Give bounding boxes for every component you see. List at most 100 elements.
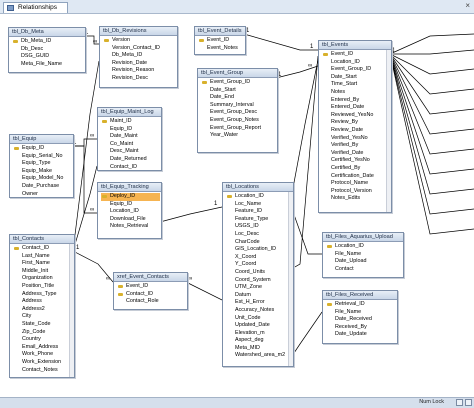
table-field[interactable]: State_Code [13, 321, 73, 329]
table-field[interactable]: Email_Address [13, 344, 73, 352]
table-field[interactable]: City [13, 313, 73, 321]
table-field[interactable]: Location_ID [226, 193, 292, 201]
table-field[interactable]: Meta_File_Name [12, 61, 84, 69]
table-field-selected[interactable]: Deploy_ID [101, 193, 160, 201]
tab-relationships[interactable]: Relationships [3, 2, 69, 13]
table-title[interactable]: tbl_Equip_Maint_Log [98, 108, 161, 117]
table-field[interactable]: UTM_Zone [226, 284, 292, 292]
table-field[interactable]: Elevation_m [226, 330, 292, 338]
table-field[interactable]: Owner [13, 191, 72, 199]
table-field[interactable]: Notes_Edits [322, 195, 390, 203]
table-tbl-contacts[interactable]: tbl_Contacts Contact_ID Last_Name First_… [9, 234, 75, 378]
table-scrollbar[interactable] [386, 50, 391, 212]
table-field[interactable]: Verified_YesNo [322, 135, 390, 143]
table-field[interactable]: Work_Phone [13, 351, 73, 359]
table-field[interactable]: Summary_Interval [201, 102, 276, 110]
table-field[interactable]: Aspect_deg [226, 337, 292, 345]
table-field[interactable]: Last_Name [13, 253, 73, 261]
table-field[interactable]: Updated_Date [226, 322, 292, 330]
table-tbl-files-aquarius-upload[interactable]: tbl_Files_Aquarius_Upload Location_ID Fi… [322, 232, 404, 278]
table-field[interactable]: Certified_YesNo [322, 157, 390, 165]
table-title[interactable]: tbl_Contacts [10, 235, 74, 244]
table-field[interactable]: Datum [226, 292, 292, 300]
close-icon[interactable]: × [465, 1, 470, 11]
relationship-line[interactable] [159, 206, 223, 223]
table-tbl-equip-tracking[interactable]: tbl_Equip_Tracking Deploy_ID Equip_ID Lo… [97, 182, 162, 239]
table-field[interactable]: Watershed_area_m2 [226, 352, 292, 360]
table-field[interactable]: Y_Coord [226, 261, 292, 269]
table-field[interactable]: Equip_ID [13, 145, 72, 153]
table-field[interactable]: Event_Group_ID [201, 79, 276, 87]
table-field[interactable]: Download_File [101, 216, 160, 224]
table-field[interactable]: Db_Desc [12, 46, 84, 54]
table-field[interactable]: Received_By [326, 324, 396, 332]
table-field[interactable]: Retrieval_ID [326, 301, 396, 309]
table-field[interactable]: Equip_ID [101, 126, 160, 134]
table-field[interactable]: Location_ID [326, 243, 402, 251]
table-field[interactable]: Certification_Date [322, 173, 390, 181]
table-field[interactable]: Equip_Type [13, 160, 72, 168]
table-scrollbar[interactable] [69, 244, 74, 377]
table-title[interactable]: tbl_Files_Received [323, 291, 397, 300]
table-field[interactable]: Event_Group_Desc [201, 109, 276, 117]
table-field[interactable]: Entered_Date [322, 104, 390, 112]
relationship-line[interactable] [389, 53, 474, 195]
table-field[interactable]: Revision_Reason [103, 67, 176, 75]
table-field[interactable]: Equip_Make [13, 168, 72, 176]
table-field[interactable]: Equip_ID [101, 201, 160, 209]
table-field[interactable]: Zip_Code [13, 329, 73, 337]
relationships-canvas[interactable]: 1 ∞ 1 1 1 ∞ 1 1 ∞ ∞ 1 ∞ 1 ∞ tbl_Db_Meta … [0, 14, 474, 397]
table-tbl-files-received[interactable]: tbl_Files_Received Retrieval_ID File_Nam… [322, 290, 398, 344]
view-button-icon[interactable] [465, 399, 472, 406]
table-field[interactable]: USGS_ID [226, 223, 292, 231]
table-tbl-equip-maint-log[interactable]: tbl_Equip_Maint_Log Maint_ID Equip_ID Da… [97, 107, 162, 171]
table-field[interactable]: Protocol_Version [322, 188, 390, 196]
table-field[interactable]: Date_Update [326, 331, 396, 339]
table-field[interactable]: Middle_Init [13, 268, 73, 276]
table-title[interactable]: tbl_Db_Revisions [100, 27, 177, 36]
table-field[interactable]: Protocol_Name [322, 180, 390, 188]
table-field[interactable]: Date_Upload [326, 258, 402, 266]
table-field[interactable]: Position_Title [13, 283, 73, 291]
table-field[interactable]: Contact_ID [101, 164, 160, 172]
table-tbl-event-group[interactable]: tbl_Event_Group Event_Group_ID Date_Star… [197, 68, 278, 153]
table-field[interactable]: Date_Returned [101, 156, 160, 164]
table-field[interactable]: Coord_System [226, 277, 292, 285]
table-field[interactable]: Event_ID [198, 37, 244, 45]
table-title[interactable]: tbl_Files_Aquarius_Upload [323, 233, 403, 242]
table-field[interactable]: Feature_ID [226, 208, 292, 216]
table-title[interactable]: tbl_Events [319, 41, 391, 50]
table-title[interactable]: xref_Event_Contacts [114, 273, 187, 282]
table-field[interactable]: Maint_ID [101, 118, 160, 126]
table-field[interactable]: Coord_Units [226, 269, 292, 277]
table-field[interactable]: CharCode [226, 239, 292, 247]
table-field[interactable]: Version [103, 37, 176, 45]
relationship-line[interactable] [389, 53, 474, 235]
table-tbl-events[interactable]: tbl_Events Event_ID Location_ID Event_Gr… [318, 40, 392, 213]
table-field[interactable]: Event_ID [322, 51, 390, 59]
table-tbl-event-details[interactable]: tbl_Event_Details Event_ID Event_Notes [194, 26, 246, 55]
table-field[interactable]: Location_ID [101, 208, 160, 216]
table-field[interactable]: Country [13, 336, 73, 344]
table-field[interactable]: Contact [326, 266, 402, 274]
table-field[interactable]: Desc_Maint [101, 148, 160, 156]
table-field[interactable]: Loc_Name [226, 201, 292, 209]
table-field[interactable]: Time_Start [322, 81, 390, 89]
table-field[interactable]: Entered_By [322, 97, 390, 105]
table-tbl-locations[interactable]: tbl_Locations Location_ID Loc_Name Featu… [222, 182, 294, 367]
table-field[interactable]: Date_Received [326, 316, 396, 324]
table-field[interactable]: Contact_ID [117, 291, 186, 299]
relationship-line[interactable] [243, 33, 318, 51]
view-button-icon[interactable] [456, 399, 463, 406]
table-field[interactable]: Event_Group_Notes [201, 117, 276, 125]
table-field[interactable]: Year_Water [201, 132, 276, 140]
table-field[interactable]: Verified_Date [322, 150, 390, 158]
table-field[interactable]: Contact_Notes [13, 367, 73, 375]
table-field[interactable]: Contact_Role [117, 298, 186, 306]
table-field[interactable]: Location_ID [322, 59, 390, 67]
table-field[interactable]: Event_ID [117, 283, 186, 291]
table-field[interactable]: Unit_Code [226, 315, 292, 323]
table-field[interactable]: Revision_Desc [103, 75, 176, 83]
table-field[interactable]: File_Name [326, 309, 396, 317]
table-field[interactable]: Event_Notes [198, 45, 244, 53]
